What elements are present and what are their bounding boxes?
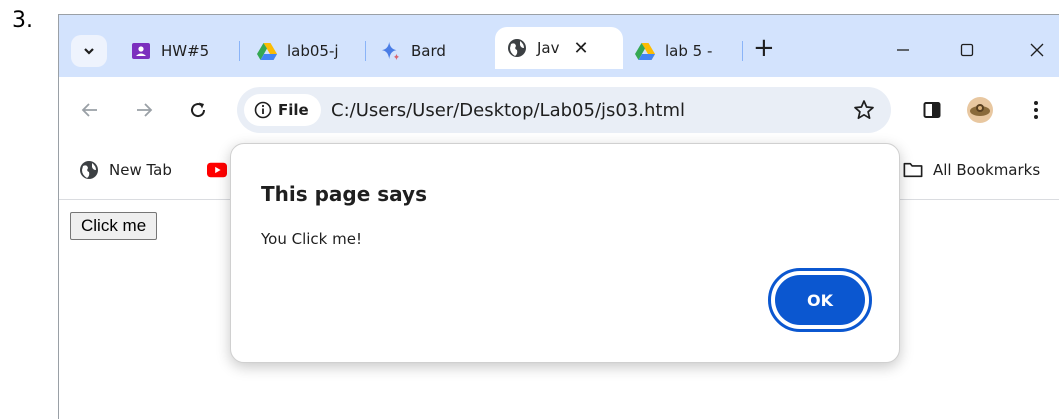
globe-icon xyxy=(507,38,527,58)
new-tab-plus-icon[interactable]: + xyxy=(753,33,775,63)
tab-bard[interactable]: Bard xyxy=(381,35,485,67)
globe-icon xyxy=(79,160,99,180)
tab-lab5[interactable]: lab 5 - xyxy=(635,35,739,67)
tab-title: lab 5 - xyxy=(665,42,713,60)
dialog-title: This page says xyxy=(261,182,427,206)
tab-separator xyxy=(239,41,240,61)
side-panel-icon[interactable] xyxy=(917,95,947,125)
ok-button[interactable]: OK xyxy=(775,275,865,325)
back-arrow-icon[interactable] xyxy=(73,93,107,127)
youtube-icon xyxy=(207,160,227,180)
info-icon xyxy=(254,101,272,119)
toolbar: File C:/Users/User/Desktop/Lab05/js03.ht… xyxy=(59,77,1059,143)
chevron-down-icon xyxy=(84,48,94,55)
ok-focus-ring: OK xyxy=(768,268,872,332)
tab-title: Bard xyxy=(411,42,446,60)
bookmark-star-icon[interactable] xyxy=(851,97,877,123)
reload-icon[interactable] xyxy=(181,93,215,127)
tab-javascript-active[interactable]: Jav ✕ xyxy=(495,27,623,69)
more-menu-icon[interactable] xyxy=(1021,95,1051,125)
folder-icon xyxy=(903,160,923,180)
address-bar[interactable]: File C:/Users/User/Desktop/Lab05/js03.ht… xyxy=(237,87,891,133)
minimize-icon[interactable] xyxy=(885,35,921,65)
click-me-button[interactable]: Click me xyxy=(70,212,158,240)
tab-strip: HW#5 lab05-j Bard Jav ✕ lab 5 - + xyxy=(59,15,1059,77)
tab-hw5[interactable]: HW#5 xyxy=(131,35,235,67)
tab-separator xyxy=(742,41,743,61)
google-drive-icon xyxy=(257,41,277,61)
tab-search-button[interactable] xyxy=(71,35,107,67)
bookmark-new-tab[interactable]: New Tab xyxy=(79,157,172,183)
window-close-icon[interactable] xyxy=(1019,35,1055,65)
alert-dialog: This page says You Click me! OK xyxy=(230,143,900,363)
maximize-icon[interactable] xyxy=(949,35,985,65)
google-drive-icon xyxy=(635,41,655,61)
close-icon[interactable]: ✕ xyxy=(574,38,589,59)
all-bookmarks[interactable]: All Bookmarks xyxy=(903,157,1040,183)
site-info-chip[interactable]: File xyxy=(244,94,321,126)
step-number: 3. xyxy=(12,8,33,33)
site-info-label: File xyxy=(278,101,309,119)
tab-title: HW#5 xyxy=(161,42,210,60)
all-bookmarks-label: All Bookmarks xyxy=(933,161,1041,179)
bard-sparkle-icon xyxy=(381,41,401,61)
bookmark-label: New Tab xyxy=(109,161,172,179)
tab-lab05[interactable]: lab05-j xyxy=(257,35,361,67)
profile-avatar[interactable] xyxy=(965,95,995,125)
dialog-message: You Click me! xyxy=(261,230,362,248)
classroom-icon xyxy=(131,41,151,61)
tab-separator xyxy=(365,41,366,61)
tab-title: lab05-j xyxy=(287,42,339,60)
url-text[interactable]: C:/Users/User/Desktop/Lab05/js03.html xyxy=(331,100,685,121)
forward-arrow-icon[interactable] xyxy=(127,93,161,127)
tab-title: Jav xyxy=(537,39,560,57)
